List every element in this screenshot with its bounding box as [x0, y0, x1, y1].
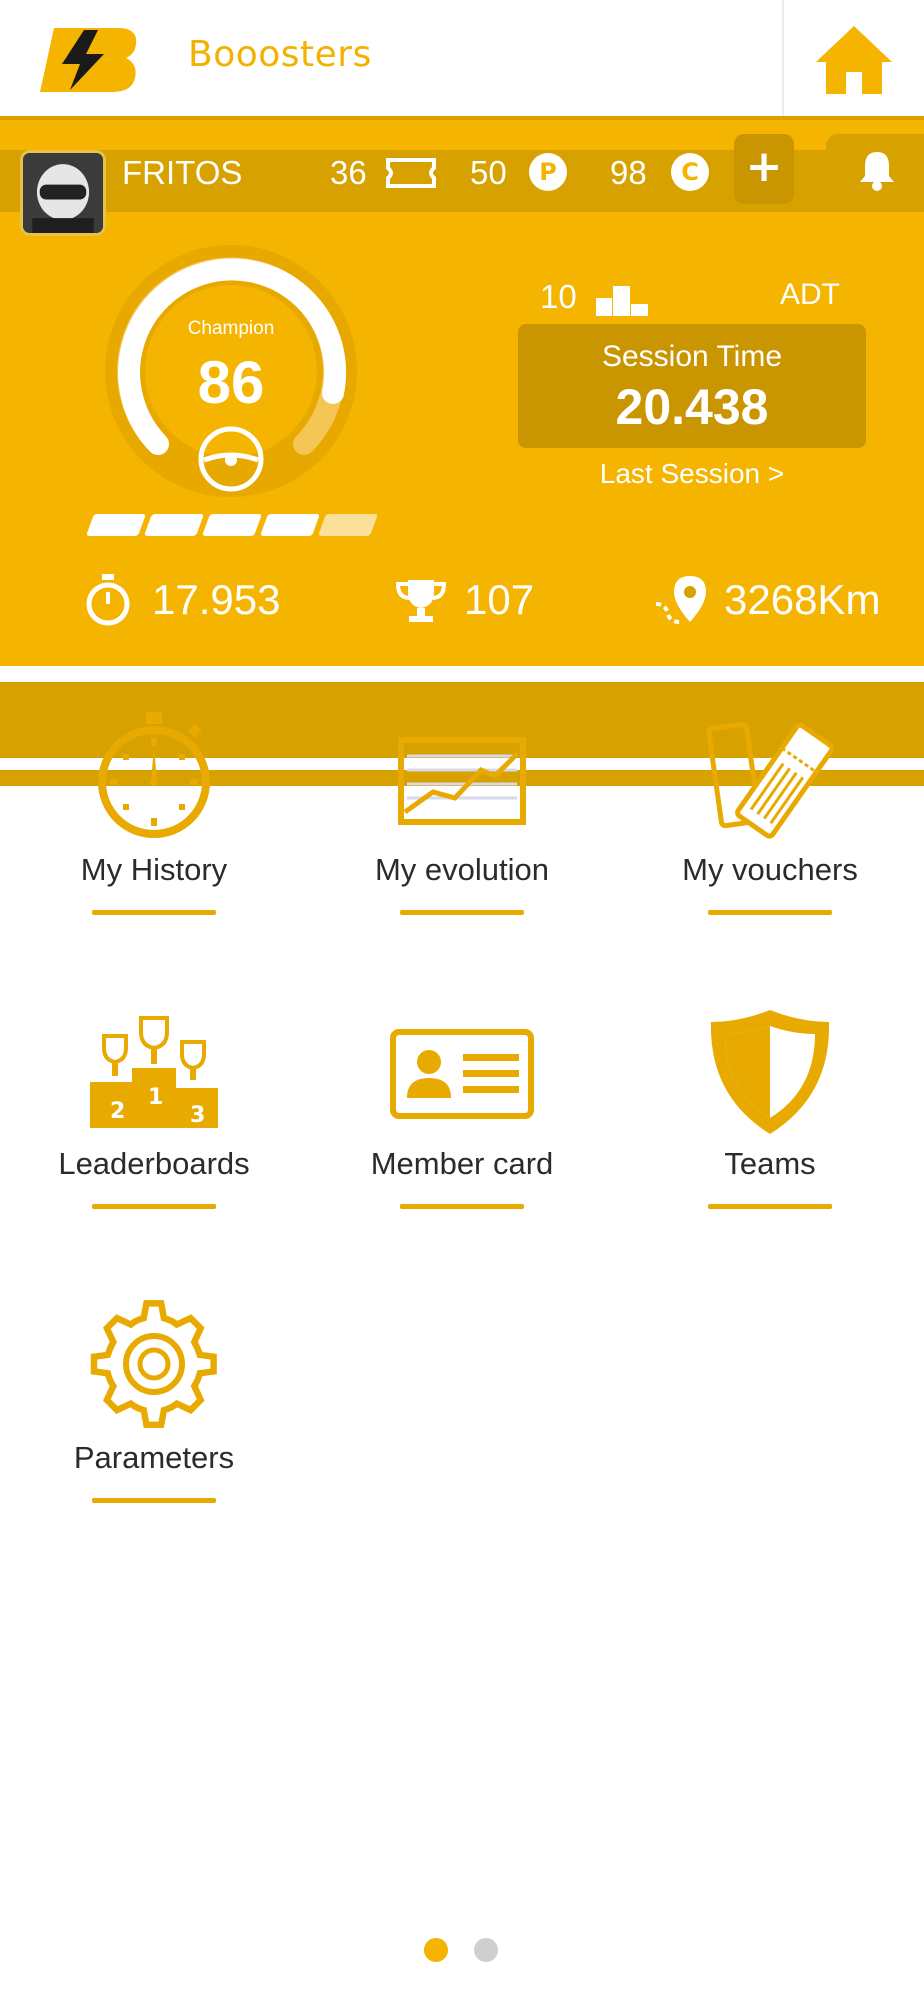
- avatar[interactable]: [20, 150, 106, 236]
- last-session-link[interactable]: Last Session >: [518, 458, 866, 490]
- stopwatch-icon: [86, 574, 130, 626]
- progress-step: [317, 514, 379, 536]
- svg-text:C: C: [681, 158, 699, 186]
- menu-underline: [92, 1204, 216, 1209]
- menu-label: My evolution: [374, 852, 550, 887]
- session-time-value: 20.438: [615, 379, 769, 435]
- line-chart-icon: [398, 737, 526, 825]
- topbar-divider: [782, 0, 784, 116]
- tickets-icon: [706, 721, 835, 839]
- credits-count: 98: [610, 154, 647, 191]
- menu-label: Leaderboards: [58, 1146, 250, 1181]
- session-time-title: Session Time: [601, 340, 783, 373]
- rank-title: Champion: [187, 318, 275, 339]
- menu-label: My vouchers: [682, 852, 858, 887]
- progress-step: [201, 514, 263, 536]
- track-name: ADT: [780, 278, 840, 311]
- svg-text:3: 3: [190, 1103, 205, 1128]
- app-title: Booosters: [188, 34, 372, 75]
- menu-member-card[interactable]: Member card: [342, 1006, 582, 1256]
- menu-underline: [92, 1498, 216, 1503]
- podium-icon: [596, 286, 648, 316]
- menu-leaderboards[interactable]: 2 1 3 Leaderboards: [34, 1006, 274, 1256]
- tickets-count: 36: [330, 154, 367, 191]
- ticket-icon: [386, 158, 436, 188]
- menu-label: Member card: [370, 1146, 554, 1181]
- menu-underline: [708, 1204, 832, 1209]
- best-time: 17.953: [152, 576, 281, 623]
- id-card-icon: [390, 1029, 534, 1119]
- progress-step: [85, 514, 147, 536]
- level-value: 86: [197, 349, 265, 416]
- podium-trophy-icon: 2 1 3: [90, 1016, 218, 1128]
- svg-text:1: 1: [148, 1085, 163, 1110]
- menu-my-history[interactable]: My History: [34, 712, 274, 962]
- menu-teams[interactable]: Teams: [650, 1006, 890, 1256]
- credits-icon: C: [671, 153, 709, 191]
- add-credits-button[interactable]: +: [734, 134, 794, 204]
- steering-wheel-icon: [198, 426, 264, 492]
- points-count: 50: [470, 154, 507, 191]
- menu-my-vouchers[interactable]: My vouchers: [650, 712, 890, 962]
- menu-my-evolution[interactable]: My evolution: [342, 712, 582, 962]
- notifications-button[interactable]: [826, 134, 924, 204]
- session-time-card: Session Time 20.438: [518, 324, 866, 448]
- home-icon[interactable]: [812, 22, 896, 98]
- menu-parameters[interactable]: Parameters: [34, 1300, 274, 1550]
- menu-label: Teams: [724, 1146, 816, 1181]
- distance-pin-icon: [655, 576, 706, 624]
- menu-underline: [708, 910, 832, 915]
- gear-icon: [90, 1300, 217, 1429]
- stopwatch-icon: [98, 712, 210, 838]
- svg-text:2: 2: [110, 1099, 125, 1124]
- page-dot-active[interactable]: [424, 1938, 448, 1962]
- points-icon: P: [529, 153, 567, 191]
- svg-text:P: P: [539, 158, 557, 186]
- username: FRITOS: [122, 154, 243, 191]
- session-position: 10: [540, 278, 577, 315]
- progress-step: [259, 514, 321, 536]
- menu-underline: [400, 1204, 524, 1209]
- trophies-count: 107: [464, 576, 535, 623]
- bell-icon: [860, 152, 894, 191]
- page-dot[interactable]: [474, 1938, 498, 1962]
- helmet-icon: [23, 153, 103, 233]
- trophy-icon: [396, 580, 446, 622]
- menu-underline: [92, 910, 216, 915]
- distance-total: 3268Km: [724, 576, 881, 623]
- top-bar: Booosters: [0, 0, 924, 116]
- menu-label: Parameters: [73, 1440, 235, 1475]
- shield-icon: [710, 1010, 830, 1134]
- menu-label: My History: [80, 852, 228, 887]
- booosters-logo-icon: [40, 28, 137, 92]
- menu-underline: [400, 910, 524, 915]
- progress-step: [143, 514, 205, 536]
